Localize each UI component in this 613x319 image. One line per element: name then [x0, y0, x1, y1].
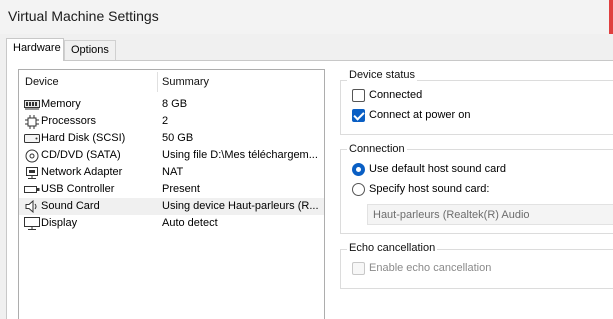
connected-label: Connected — [369, 89, 423, 101]
sound-card-icon — [24, 200, 40, 213]
device-summary: NAT — [162, 166, 184, 178]
specify-sound-card-radio[interactable] — [352, 183, 365, 196]
device-row-display[interactable]: Display Auto detect — [19, 215, 324, 232]
connect-at-power-on-label: Connect at power on — [369, 109, 471, 121]
connected-checkbox[interactable] — [352, 89, 365, 102]
use-default-sound-card-label: Use default host sound card — [369, 163, 506, 175]
processor-icon — [24, 114, 40, 129]
device-summary: 2 — [162, 115, 169, 127]
device-name: Network Adapter — [41, 166, 123, 178]
device-summary: Auto detect — [162, 217, 218, 229]
device-name: Memory — [41, 98, 81, 110]
enable-echo-cancellation-checkbox[interactable] — [352, 262, 365, 275]
device-row-memory[interactable]: Memory 8 GB — [19, 96, 324, 113]
network-adapter-icon — [24, 166, 40, 179]
device-summary: Using file D:\Mes téléchargem... — [162, 149, 318, 161]
host-sound-card-value: Haut-parleurs (Realtek(R) Audio — [373, 209, 530, 221]
device-summary: Present — [162, 183, 200, 195]
device-name: USB Controller — [41, 183, 115, 195]
device-row-hard-disk[interactable]: Hard Disk (SCSI) 50 GB — [19, 130, 324, 147]
connect-at-power-on-checkbox[interactable] — [352, 109, 365, 122]
window-title: Virtual Machine Settings — [8, 8, 159, 24]
list-header: Device Summary — [19, 70, 324, 94]
title-bar: Virtual Machine Settings — [0, 0, 613, 34]
device-name: Sound Card — [41, 200, 100, 212]
column-header-summary[interactable]: Summary — [162, 76, 209, 88]
device-summary: Using device Haut-parleurs (R... — [162, 200, 319, 212]
enable-echo-cancellation-label: Enable echo cancellation — [369, 262, 492, 274]
memory-icon — [24, 98, 40, 111]
tab-hardware[interactable]: Hardware — [6, 38, 64, 61]
title-bar-accent — [609, 0, 613, 34]
device-status-title: Device status — [347, 69, 418, 81]
column-divider[interactable] — [157, 72, 158, 92]
usb-controller-icon — [24, 183, 40, 196]
tab-options[interactable]: Options — [64, 40, 116, 60]
device-row-sound-card[interactable]: Sound Card Using device Haut-parleurs (R… — [19, 198, 324, 215]
device-row-processors[interactable]: Processors 2 — [19, 113, 324, 130]
hard-disk-icon — [24, 132, 40, 145]
device-name: Hard Disk (SCSI) — [41, 132, 126, 144]
specify-sound-card-label: Specify host sound card: — [369, 183, 490, 195]
use-default-sound-card-radio[interactable] — [352, 163, 365, 176]
device-row-network-adapter[interactable]: Network Adapter NAT — [19, 164, 324, 181]
device-name: CD/DVD (SATA) — [41, 149, 121, 161]
connection-title: Connection — [347, 143, 407, 155]
host-sound-card-select[interactable]: Haut-parleurs (Realtek(R) Audio — [367, 204, 613, 225]
device-row-cd-dvd[interactable]: CD/DVD (SATA) Using file D:\Mes téléchar… — [19, 147, 324, 164]
column-header-device[interactable]: Device — [25, 76, 59, 88]
echo-cancellation-title: Echo cancellation — [347, 242, 438, 254]
display-icon — [24, 217, 40, 230]
device-name: Display — [41, 217, 78, 229]
device-summary: 50 GB — [162, 132, 194, 144]
cd-dvd-icon — [24, 149, 40, 162]
device-list[interactable]: Device Summary Memory 8 GB Processors 2 … — [18, 69, 325, 319]
device-summary: 8 GB — [162, 98, 188, 110]
device-row-usb-controller[interactable]: USB Controller Present — [19, 181, 324, 198]
device-name: Processors — [41, 115, 97, 127]
